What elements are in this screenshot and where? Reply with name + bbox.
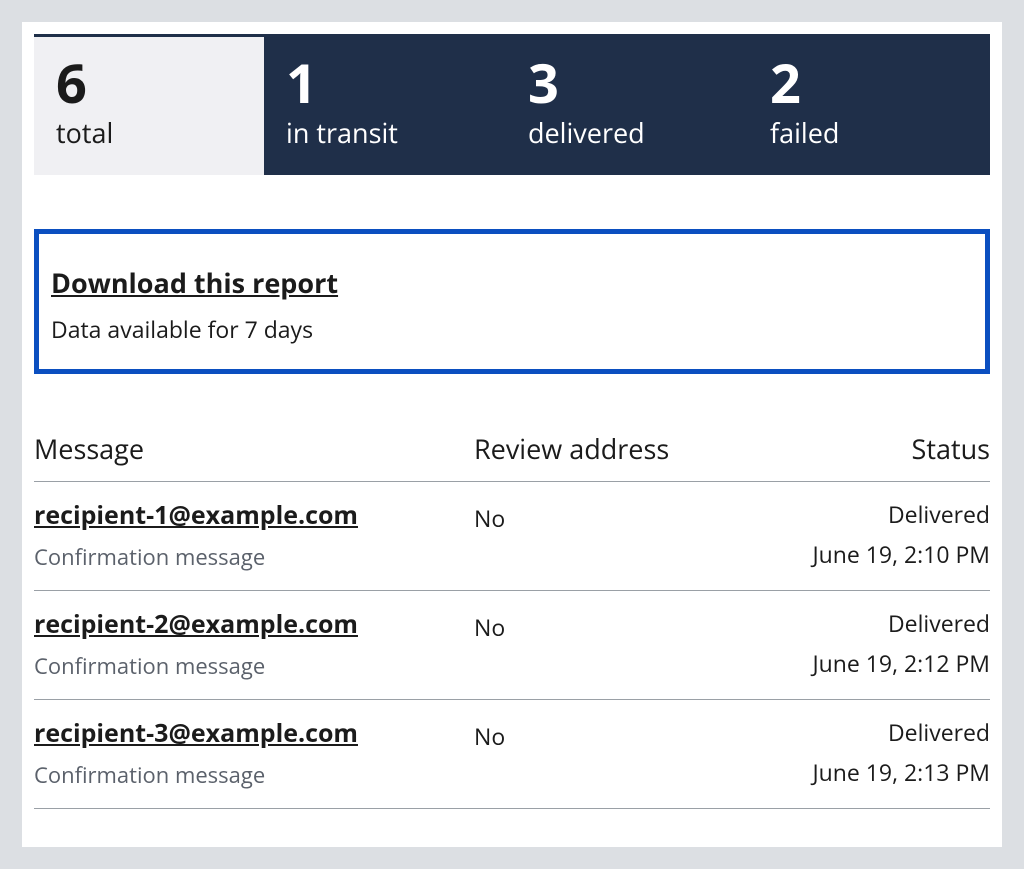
recipient-email-link[interactable]: recipient-3@example.com [34, 716, 358, 750]
review-address-value: No [474, 607, 750, 643]
report-card: 6 total 1 in transit 3 delivered 2 faile… [22, 22, 1002, 847]
stat-value: 2 [770, 53, 968, 112]
messages-table: Message Review address Status recipient-… [34, 430, 990, 809]
stat-label: failed [770, 114, 968, 151]
status-timestamp: June 19, 2:10 PM [750, 538, 990, 570]
table-row: recipient-3@example.com Confirmation mes… [34, 700, 990, 809]
download-box: Download this report Data available for … [34, 229, 990, 374]
message-subtitle: Confirmation message [34, 651, 474, 681]
table-row: recipient-2@example.com Confirmation mes… [34, 591, 990, 700]
status-value: Delivered [750, 498, 990, 530]
stat-value: 6 [56, 53, 242, 112]
status-timestamp: June 19, 2:13 PM [750, 756, 990, 788]
message-subtitle: Confirmation message [34, 542, 474, 572]
stat-value: 1 [286, 53, 484, 112]
stat-value: 3 [528, 53, 726, 112]
download-note: Data available for 7 days [51, 313, 973, 345]
column-header-review: Review address [474, 430, 750, 467]
column-header-message: Message [34, 430, 474, 467]
review-address-value: No [474, 498, 750, 534]
recipient-email-link[interactable]: recipient-2@example.com [34, 607, 358, 641]
review-address-value: No [474, 716, 750, 752]
stat-tile-failed[interactable]: 2 failed [748, 34, 990, 175]
table-header-row: Message Review address Status [34, 430, 990, 482]
stats-row: 6 total 1 in transit 3 delivered 2 faile… [34, 34, 990, 175]
status-timestamp: June 19, 2:12 PM [750, 647, 990, 679]
stat-tile-in-transit[interactable]: 1 in transit [264, 34, 506, 175]
status-value: Delivered [750, 716, 990, 748]
stat-label: delivered [528, 114, 726, 151]
table-row: recipient-1@example.com Confirmation mes… [34, 482, 990, 591]
recipient-email-link[interactable]: recipient-1@example.com [34, 498, 358, 532]
stat-tile-total[interactable]: 6 total [34, 34, 264, 175]
stat-tile-delivered[interactable]: 3 delivered [506, 34, 748, 175]
download-report-link[interactable]: Download this report [51, 264, 338, 301]
message-subtitle: Confirmation message [34, 760, 474, 790]
stat-label: total [56, 114, 242, 151]
stat-label: in transit [286, 114, 484, 151]
column-header-status: Status [750, 430, 990, 467]
status-value: Delivered [750, 607, 990, 639]
